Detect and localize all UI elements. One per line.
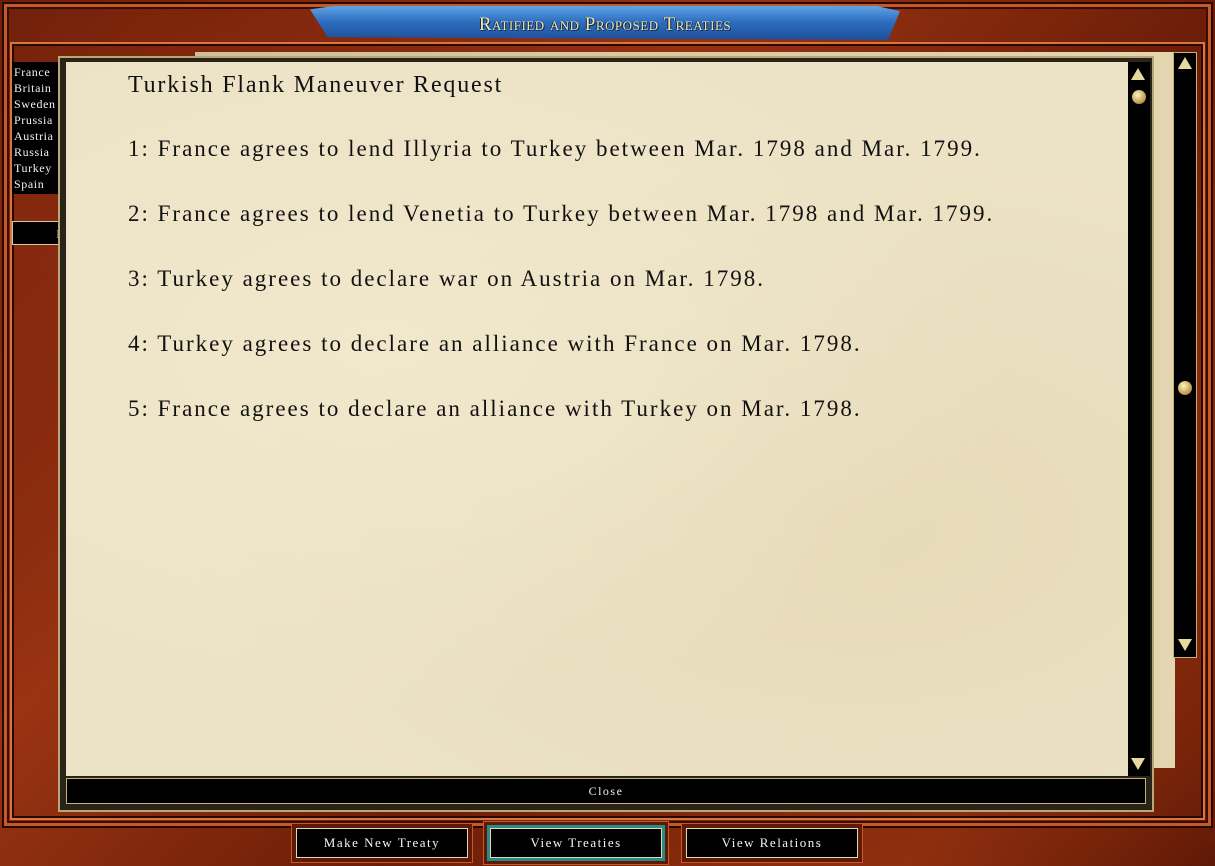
title-banner: Ratified and Proposed Treaties <box>310 6 900 40</box>
scroll-thumb-icon[interactable] <box>1178 381 1192 395</box>
up-arrow-icon[interactable] <box>1177 55 1193 71</box>
treaty-term: 4: Turkey agrees to declare an alliance … <box>128 331 862 356</box>
window-title: Ratified and Proposed Treaties <box>478 14 732 35</box>
treaty-term: 1: France agrees to lend Illyria to Turk… <box>128 136 982 161</box>
dialog-title: Turkish Flank Maneuver Request <box>128 72 504 98</box>
treaty-dialog: Turkish Flank Maneuver Request 1: France… <box>58 56 1154 812</box>
outer-scrollbar[interactable] <box>1173 52 1197 658</box>
close-button[interactable]: Close <box>66 778 1146 804</box>
down-arrow-icon[interactable] <box>1177 637 1193 653</box>
view-treaties-button[interactable]: View Treaties <box>490 828 662 858</box>
dialog-parchment: Turkish Flank Maneuver Request 1: France… <box>66 62 1128 776</box>
up-arrow-icon[interactable] <box>1130 66 1146 82</box>
treaty-terms: 1: France agrees to lend Illyria to Turk… <box>128 132 1088 457</box>
make-new-treaty-button[interactable]: Make New Treaty <box>296 828 468 858</box>
treaty-term: 2: France agrees to lend Venetia to Turk… <box>128 201 995 226</box>
treaty-term: 5: France agrees to declare an alliance … <box>128 396 862 421</box>
treaty-term: 3: Turkey agrees to declare war on Austr… <box>128 266 766 291</box>
down-arrow-icon[interactable] <box>1130 756 1146 772</box>
dialog-scrollbar[interactable] <box>1128 62 1150 776</box>
view-relations-button[interactable]: View Relations <box>686 828 858 858</box>
scroll-thumb-icon[interactable] <box>1132 90 1146 104</box>
